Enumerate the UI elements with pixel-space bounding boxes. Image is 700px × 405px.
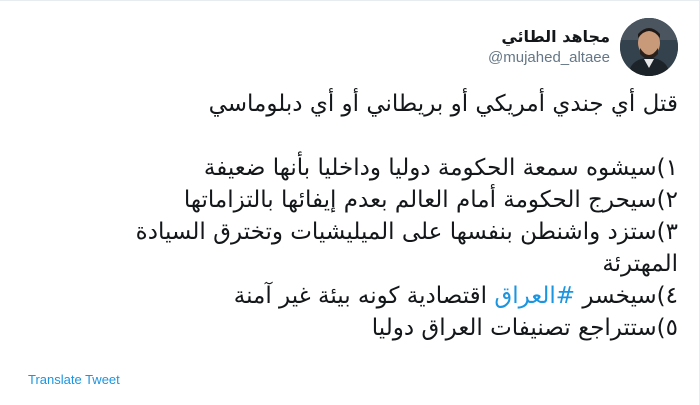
top-divider [0, 0, 700, 1]
tweet-line: ٣)ستزد واشنطن بنفسها على الميليشيات وتخت… [135, 219, 678, 245]
tweet-line: ٥)ستتراجع تصنيفات العراق دوليا [371, 315, 678, 341]
tweet-line: قتل أي جندي أمريكي أو بريطاني أو أي دبلو… [208, 91, 678, 117]
avatar[interactable] [620, 18, 678, 76]
tweet-line-with-hashtag: ٤)سيخسر #العراق اقتصادية كونه بيئة غير آ… [22, 280, 678, 312]
tweet-text: قتل أي جندي أمريكي أو بريطاني أو أي دبلو… [22, 88, 678, 344]
user-handle[interactable]: @mujahed_altaee [488, 48, 610, 68]
display-name[interactable]: مجاهد الطائي [488, 26, 610, 48]
line4-suffix: اقتصادية كونه بيئة غير آمنة [233, 283, 495, 309]
hashtag-link[interactable]: #العراق [494, 283, 575, 309]
tweet-line: ١)سيشوه سمعة الحكومة دوليا وداخليا بأنها… [203, 155, 678, 181]
line4-prefix: ٤)سيخسر [575, 283, 678, 309]
tweet-line: المهترئة [602, 251, 678, 277]
tweet-card: مجاهد الطائي @mujahed_altaee قتل أي جندي… [0, 0, 700, 405]
tweet-header: مجاهد الطائي @mujahed_altaee [488, 18, 678, 76]
user-names: مجاهد الطائي @mujahed_altaee [488, 26, 610, 68]
tweet-line: ٢)سيحرج الحكومة أمام العالم بعدم إيفائها… [183, 187, 678, 213]
translate-tweet-link[interactable]: Translate Tweet [28, 372, 120, 387]
